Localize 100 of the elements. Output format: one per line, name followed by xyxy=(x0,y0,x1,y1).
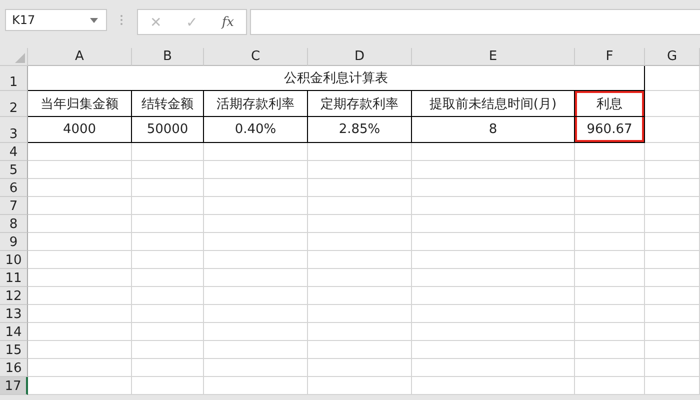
row-header[interactable]: 8 xyxy=(0,215,28,233)
empty-cell[interactable] xyxy=(308,215,412,233)
empty-cell[interactable] xyxy=(645,359,700,377)
empty-cell[interactable] xyxy=(132,233,204,251)
empty-cell[interactable] xyxy=(645,143,700,161)
row-header[interactable]: 11 xyxy=(0,269,28,287)
column-header[interactable]: D xyxy=(308,48,412,66)
empty-cell[interactable] xyxy=(204,251,308,269)
empty-cell[interactable] xyxy=(132,287,204,305)
empty-cell[interactable] xyxy=(575,251,645,269)
empty-cell[interactable] xyxy=(412,323,575,341)
row-header[interactable]: 12 xyxy=(0,287,28,305)
empty-cell[interactable] xyxy=(575,197,645,215)
empty-cell[interactable] xyxy=(575,233,645,251)
empty-cell[interactable] xyxy=(204,359,308,377)
empty-cell[interactable] xyxy=(204,215,308,233)
empty-cell[interactable] xyxy=(412,233,575,251)
empty-cell[interactable] xyxy=(575,215,645,233)
row-header[interactable]: 17 xyxy=(0,377,28,395)
row-header[interactable]: 4 xyxy=(0,143,28,161)
empty-cell[interactable] xyxy=(132,197,204,215)
empty-cell[interactable] xyxy=(645,323,700,341)
name-box[interactable]: K17 xyxy=(5,9,107,31)
empty-cell[interactable] xyxy=(204,233,308,251)
empty-cell[interactable] xyxy=(132,215,204,233)
empty-cell[interactable] xyxy=(575,359,645,377)
empty-cell[interactable] xyxy=(204,161,308,179)
empty-cell[interactable] xyxy=(645,161,700,179)
empty-cell[interactable] xyxy=(132,377,204,395)
formula-input[interactable] xyxy=(250,9,700,35)
empty-cell[interactable] xyxy=(308,323,412,341)
empty-cell[interactable] xyxy=(308,269,412,287)
empty-cell[interactable] xyxy=(645,215,700,233)
empty-cell[interactable] xyxy=(132,161,204,179)
row-header[interactable]: 2 xyxy=(0,91,28,117)
empty-cell[interactable] xyxy=(308,161,412,179)
row-header[interactable]: 3 xyxy=(0,117,28,143)
empty-cell[interactable] xyxy=(204,143,308,161)
empty-cell[interactable] xyxy=(204,179,308,197)
empty-cell[interactable] xyxy=(412,197,575,215)
empty-cell[interactable] xyxy=(645,305,700,323)
row-header[interactable]: 9 xyxy=(0,233,28,251)
row-header[interactable]: 13 xyxy=(0,305,28,323)
empty-cell[interactable] xyxy=(645,251,700,269)
empty-cell[interactable] xyxy=(132,179,204,197)
row-header[interactable]: 16 xyxy=(0,359,28,377)
empty-cell[interactable] xyxy=(132,143,204,161)
empty-cell[interactable] xyxy=(412,143,575,161)
row-header[interactable]: 6 xyxy=(0,179,28,197)
empty-cell[interactable] xyxy=(132,341,204,359)
empty-cell[interactable] xyxy=(308,341,412,359)
caret-icon[interactable] xyxy=(90,18,98,22)
column-header[interactable]: C xyxy=(204,48,308,66)
row-header[interactable]: 10 xyxy=(0,251,28,269)
empty-cell[interactable] xyxy=(645,233,700,251)
empty-cell[interactable] xyxy=(645,377,700,395)
empty-cell[interactable] xyxy=(308,359,412,377)
row-header[interactable]: 15 xyxy=(0,341,28,359)
empty-cell[interactable] xyxy=(575,341,645,359)
insert-function-button[interactable]: fx xyxy=(218,14,238,30)
empty-cell[interactable] xyxy=(308,377,412,395)
empty-cell[interactable] xyxy=(308,287,412,305)
empty-cell[interactable] xyxy=(412,269,575,287)
row-header[interactable]: 7 xyxy=(0,197,28,215)
empty-cell[interactable] xyxy=(132,269,204,287)
empty-cell[interactable] xyxy=(575,377,645,395)
column-header[interactable]: E xyxy=(412,48,575,66)
empty-cell[interactable] xyxy=(645,179,700,197)
column-header[interactable]: F xyxy=(575,48,645,66)
empty-cell[interactable] xyxy=(204,323,308,341)
empty-cell[interactable] xyxy=(204,305,308,323)
empty-cell[interactable] xyxy=(575,287,645,305)
empty-cell[interactable] xyxy=(204,287,308,305)
empty-cell[interactable] xyxy=(575,269,645,287)
empty-cell[interactable] xyxy=(132,323,204,341)
empty-cell[interactable] xyxy=(204,269,308,287)
empty-cell[interactable] xyxy=(308,305,412,323)
empty-cell[interactable] xyxy=(412,161,575,179)
column-header[interactable]: G xyxy=(645,48,700,66)
empty-cell[interactable] xyxy=(412,179,575,197)
empty-cell[interactable] xyxy=(645,91,700,117)
empty-cell[interactable] xyxy=(132,251,204,269)
empty-cell[interactable] xyxy=(645,197,700,215)
empty-cell[interactable] xyxy=(412,251,575,269)
empty-cell[interactable] xyxy=(575,323,645,341)
empty-cell[interactable] xyxy=(645,269,700,287)
empty-cell[interactable] xyxy=(308,143,412,161)
empty-cell[interactable] xyxy=(575,305,645,323)
empty-cell[interactable] xyxy=(412,359,575,377)
empty-cell[interactable] xyxy=(645,117,700,143)
empty-cell[interactable] xyxy=(575,143,645,161)
empty-cell[interactable] xyxy=(308,233,412,251)
empty-cell[interactable] xyxy=(204,197,308,215)
empty-cell[interactable] xyxy=(412,215,575,233)
empty-cell[interactable] xyxy=(575,161,645,179)
empty-cell[interactable] xyxy=(645,341,700,359)
empty-cell[interactable] xyxy=(645,287,700,305)
empty-cell[interactable] xyxy=(412,341,575,359)
empty-cell[interactable] xyxy=(204,377,308,395)
row-header[interactable]: 14 xyxy=(0,323,28,341)
